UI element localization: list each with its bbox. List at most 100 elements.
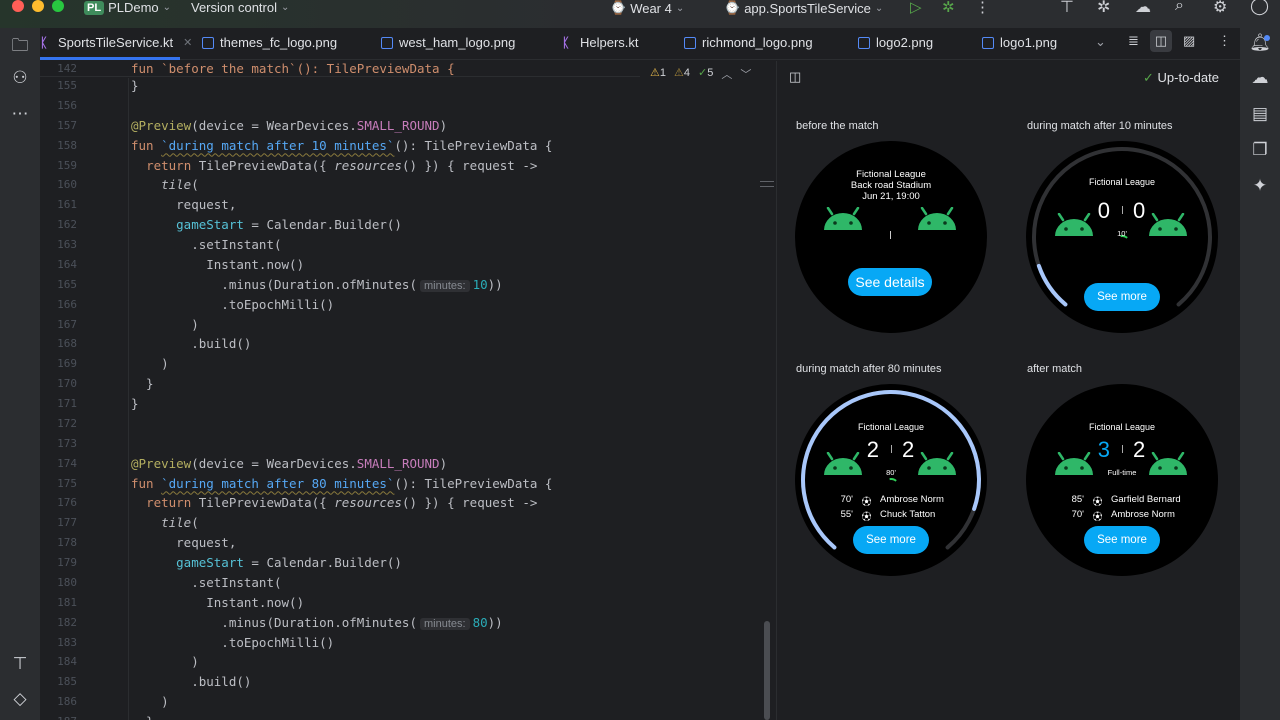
code-line[interactable]: .minus(Duration.ofMinutes(minutes: 80)): [131, 615, 503, 630]
code-line[interactable]: .setInstant(: [131, 575, 281, 590]
code-editor[interactable]: 142 fun `before the match`(): TilePrevie…: [40, 61, 775, 720]
see-more-button[interactable]: See more: [1084, 283, 1160, 311]
code-line[interactable]: .toEpochMilli(): [131, 635, 334, 650]
watch-tile-preview[interactable]: Fictional League 3 2 Full-time 85' ⚽︎ Garfield…: [1026, 384, 1218, 576]
soccer-ball-icon: ⚽︎: [1092, 497, 1103, 508]
code-line[interactable]: .build(): [131, 674, 251, 689]
code-line[interactable]: @Preview(device = WearDevices.SMALL_ROUN…: [131, 456, 447, 471]
image-file-icon: [858, 36, 870, 49]
inspection-widget[interactable]: ⚠1 ⚠4 ✓5 ︿ ﹀: [650, 66, 751, 82]
code-line[interactable]: ): [131, 694, 169, 709]
code-token: ): [131, 694, 169, 710]
see-more-button[interactable]: See more: [853, 526, 929, 554]
close-window-button[interactable]: [12, 0, 24, 12]
code-line[interactable]: request,: [131, 535, 236, 550]
editor-tab-bar: ᛕ SportsTileService.kt ✕ themes_fc_logo.png…: [40, 28, 1240, 60]
vertical-scrollbar[interactable]: [764, 621, 770, 720]
search-icon[interactable]: ⌕: [1175, 0, 1184, 15]
tab-logo1-png[interactable]: logo1.png: [982, 35, 1057, 50]
tab-logo2-png[interactable]: logo2.png: [858, 35, 933, 50]
chevron-down-icon: ⌄: [874, 2, 884, 14]
splitter-handle[interactable]: [760, 181, 774, 187]
code-line[interactable]: tile(: [131, 177, 199, 192]
code-line[interactable]: Instant.now(): [131, 595, 304, 610]
gem-icon[interactable]: ◇: [0, 689, 40, 709]
close-tab-icon[interactable]: ✕: [183, 36, 192, 49]
goal-event: 85' ⚽︎ Garfield Bernard: [1071, 494, 1181, 508]
build-hammer-icon[interactable]: ⊤: [0, 654, 40, 674]
running-devices-icon[interactable]: ❐: [1240, 140, 1280, 160]
sparkle-icon[interactable]: ✦: [1240, 176, 1280, 196]
maximize-window-button[interactable]: [52, 0, 64, 12]
see-more-button[interactable]: See more: [1084, 526, 1160, 554]
code-line[interactable]: .toEpochMilli(): [131, 297, 334, 312]
tab-themes_fc_logo-png[interactable]: themes_fc_logo.png: [202, 35, 337, 50]
project-selector[interactable]: PL PLDemo ⌄: [84, 0, 171, 15]
watch-tile-preview[interactable]: Fictional League 0 0 10' See more: [1026, 141, 1218, 333]
code-line[interactable]: gameStart = Calendar.Builder(): [131, 217, 402, 232]
more-icon[interactable]: ⋮: [1218, 33, 1231, 49]
watch-tile-preview[interactable]: Fictional League Back road Stadium Jun 21,…: [795, 141, 987, 333]
next-highlight-icon[interactable]: ﹀: [740, 66, 751, 82]
code-line[interactable]: }: [131, 714, 154, 720]
settings-icon[interactable]: ⚙: [1213, 0, 1227, 17]
code-line[interactable]: }: [131, 376, 154, 391]
tab-helpers-kt[interactable]: ᛕ Helpers.kt: [562, 35, 639, 50]
design-view-icon[interactable]: ▨: [1183, 33, 1195, 49]
code-line[interactable]: tile(: [131, 515, 199, 530]
code-token: @Preview: [131, 117, 192, 133]
code-line[interactable]: .minus(Duration.ofMinutes(minutes: 10)): [131, 277, 503, 292]
tab-list-chevron-icon[interactable]: ⌄: [1095, 34, 1106, 50]
code-line[interactable]: Instant.now(): [131, 257, 304, 272]
run-config-selector[interactable]: ⌚ app.SportsTileService ⌄: [724, 0, 883, 16]
code-line[interactable]: ): [131, 356, 169, 371]
minimize-window-button[interactable]: [32, 0, 44, 12]
code-line[interactable]: gameStart = Calendar.Builder(): [131, 555, 402, 570]
gemini-icon[interactable]: ☁: [1135, 0, 1151, 17]
code-line[interactable]: @Preview(device = WearDevices.SMALL_ROUN…: [131, 118, 447, 133]
project-folder-icon[interactable]: 🗀: [0, 33, 40, 62]
code-line[interactable]: }: [131, 396, 139, 411]
gemini-icon[interactable]: ☁: [1240, 68, 1280, 88]
see-details-button[interactable]: See details: [848, 268, 932, 296]
code-view-icon[interactable]: ≣: [1128, 33, 1139, 49]
line-number: 156: [57, 98, 77, 112]
device-explorer-icon[interactable]: ▤: [1240, 104, 1280, 124]
line-number: 178: [57, 536, 77, 550]
device-selector[interactable]: ⌚ Wear 4 ⌄: [610, 0, 684, 16]
code-line[interactable]: ): [131, 654, 199, 669]
tab-richmond_logo-png[interactable]: richmond_logo.png: [684, 35, 813, 50]
debug-icon[interactable]: ✲: [942, 0, 955, 16]
structure-icon[interactable]: ⚇: [0, 68, 40, 88]
code-line[interactable]: }: [131, 78, 139, 93]
code-line[interactable]: return TilePreviewData({ resources() }) …: [131, 158, 537, 173]
code-line[interactable]: ): [131, 317, 199, 332]
run-icon[interactable]: ▷: [910, 0, 922, 16]
line-number: 177: [57, 516, 77, 530]
notifications-bell-icon[interactable]: 🔔︎: [1240, 33, 1280, 53]
more-tools-icon[interactable]: ⋯: [0, 104, 40, 124]
soccer-ball-icon: ⚽︎: [1092, 512, 1103, 523]
layout-toggle-icon[interactable]: ◫: [789, 69, 801, 85]
code-line[interactable]: .build(): [131, 336, 251, 351]
code-line[interactable]: return TilePreviewData({ resources() }) …: [131, 495, 537, 510]
code-line[interactable]: fun `during match after 80 minutes`(): T…: [131, 476, 552, 491]
tab-sportstileservice-kt[interactable]: ᛕ SportsTileService.kt ✕: [40, 35, 192, 50]
code-line[interactable]: request,: [131, 197, 236, 212]
more-icon[interactable]: ⋮: [975, 0, 990, 16]
error-count[interactable]: ⚠1: [650, 66, 666, 82]
line-number: 169: [57, 357, 77, 371]
attach-debugger-icon[interactable]: ✲: [1097, 0, 1110, 17]
ok-count[interactable]: ✓5: [698, 66, 713, 82]
watch-tile-preview[interactable]: Fictional League 2 2 80' 70' ⚽︎ Ambrose Norm 55…: [795, 384, 987, 576]
code-line[interactable]: .setInstant(: [131, 237, 281, 252]
account-icon[interactable]: ◯: [1250, 0, 1269, 16]
version-control-menu[interactable]: Version control ⌄: [191, 0, 289, 15]
device-manager-icon[interactable]: ⊤: [1060, 0, 1074, 17]
code-line[interactable]: fun `during match after 10 minutes`(): T…: [131, 138, 552, 153]
previous-highlight-icon[interactable]: ︿: [721, 66, 732, 82]
warning-count[interactable]: ⚠4: [674, 66, 690, 82]
split-view-icon[interactable]: ◫: [1150, 30, 1172, 52]
tab-west_ham_logo-png[interactable]: west_ham_logo.png: [381, 35, 515, 50]
